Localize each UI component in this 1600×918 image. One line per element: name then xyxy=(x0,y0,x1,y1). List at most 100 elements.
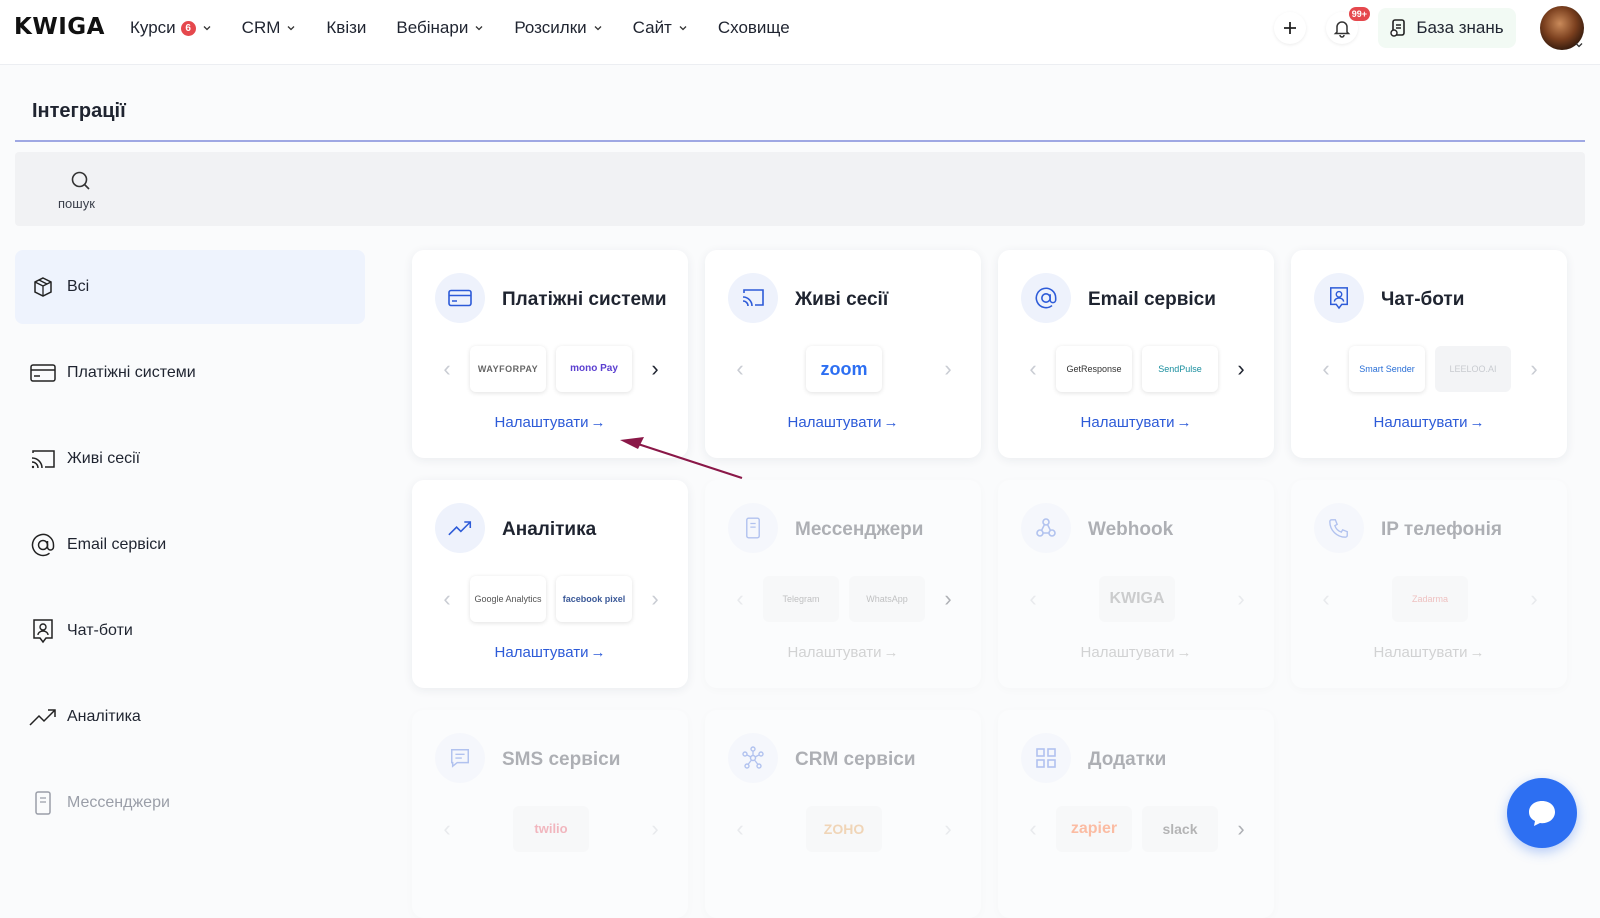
configure-label: Налаштувати xyxy=(1080,414,1175,431)
smart-sender-logo: Smart Sender xyxy=(1349,346,1425,392)
integration-card-ip-telephony[interactable]: IP телефонія ‹ Zadarma › Налаштувати → xyxy=(1291,480,1567,688)
carousel-prev-button[interactable]: ‹ xyxy=(731,814,749,844)
configure-link[interactable]: Налаштувати → xyxy=(998,414,1274,431)
configure-link[interactable]: Налаштувати → xyxy=(412,644,688,661)
carousel-next-button[interactable]: › xyxy=(1232,814,1250,844)
logo-text: mono Pay xyxy=(570,363,618,374)
integration-card-messengers[interactable]: Мессенджери ‹ Telegram WhatsApp › Налашт… xyxy=(705,480,981,688)
trending-up-icon xyxy=(435,503,485,553)
configure-link[interactable]: Налаштувати → xyxy=(1291,414,1567,431)
phone-device-icon xyxy=(728,503,778,553)
facebook-pixel-logo: facebook pixel xyxy=(556,576,632,622)
carousel-next-button[interactable]: › xyxy=(1232,354,1250,384)
logo-text: WhatsApp xyxy=(866,594,908,604)
carousel-prev-button[interactable]: ‹ xyxy=(1317,354,1335,384)
carousel-next-button[interactable]: › xyxy=(646,354,664,384)
configure-label: Налаштувати xyxy=(1080,644,1175,661)
search-label[interactable]: пошук xyxy=(58,196,95,211)
nav-label: CRM xyxy=(241,18,281,37)
knowledge-base-button[interactable]: База знань xyxy=(1378,8,1516,48)
configure-link[interactable]: Налаштувати → xyxy=(1291,644,1567,661)
carousel-next-button[interactable]: › xyxy=(1232,584,1250,614)
add-button[interactable] xyxy=(1274,12,1306,44)
logo-text: Google Analytics xyxy=(474,594,542,604)
nav-item-courses[interactable]: Курси 6 xyxy=(130,18,212,38)
card-title: Email сервіси xyxy=(1088,288,1216,310)
search-icon[interactable] xyxy=(70,170,92,192)
logo-carousel: ‹ Zadarma › xyxy=(1317,576,1543,622)
integration-card-email[interactable]: Email сервіси ‹ GetResponse SendPulse › … xyxy=(998,250,1274,458)
configure-link[interactable]: Налаштувати → xyxy=(705,644,981,661)
nav-item-webinars[interactable]: Вебінари xyxy=(396,18,484,38)
integration-card-payments[interactable]: Платіжні системи ‹ WAYFORPAY mono Pay › … xyxy=(412,250,688,458)
document-icon xyxy=(1390,19,1406,37)
carousel-next-button[interactable]: › xyxy=(1525,354,1543,384)
carousel-next-button[interactable]: › xyxy=(939,584,957,614)
chat-bot-icon xyxy=(1314,273,1364,323)
logo-carousel: ‹ Smart Sender LEELOO.AI › xyxy=(1317,346,1543,392)
configure-link[interactable]: Налаштувати → xyxy=(998,644,1274,661)
configure-link[interactable]: Налаштувати → xyxy=(412,414,688,431)
carousel-prev-button[interactable]: ‹ xyxy=(438,814,456,844)
sidebar-item-chatbots[interactable]: Чат-боти xyxy=(15,594,365,668)
chevron-down-icon[interactable] xyxy=(1574,40,1584,50)
arrow-right-icon: → xyxy=(590,414,606,431)
webhook-icon xyxy=(1021,503,1071,553)
card-title: Чат-боти xyxy=(1381,288,1465,310)
sidebar-item-analytics[interactable]: Аналітика xyxy=(15,680,365,754)
configure-link[interactable]: Налаштувати → xyxy=(705,414,981,431)
nav-item-quizzes[interactable]: Квізи xyxy=(326,18,366,38)
card-title: Платіжні системи xyxy=(502,288,667,310)
carousel-next-button[interactable]: › xyxy=(939,814,957,844)
carousel-next-button[interactable]: › xyxy=(646,584,664,614)
sidebar-item-all[interactable]: Всі xyxy=(15,250,365,324)
carousel-prev-button[interactable]: ‹ xyxy=(1317,584,1335,614)
sidebar-item-payments[interactable]: Платіжні системи xyxy=(15,336,365,410)
nav-item-storage[interactable]: Сховище xyxy=(718,18,790,38)
chevron-down-icon xyxy=(475,26,483,31)
carousel-next-button[interactable]: › xyxy=(646,814,664,844)
arrow-right-icon: → xyxy=(1176,644,1192,661)
logo-carousel: ‹ GetResponse SendPulse › xyxy=(1024,346,1250,392)
network-icon xyxy=(728,733,778,783)
carousel-prev-button[interactable]: ‹ xyxy=(731,584,749,614)
sidebar-item-email[interactable]: Email сервіси xyxy=(15,508,365,582)
logo-carousel: ‹ KWIGA › xyxy=(1024,576,1250,622)
sidebar-item-live-sessions[interactable]: Живі сесії xyxy=(15,422,365,496)
nav-item-crm[interactable]: CRM xyxy=(242,18,297,38)
integration-card-analytics[interactable]: Аналітика ‹ Google Analytics facebook pi… xyxy=(412,480,688,688)
chevron-down-icon xyxy=(594,26,602,31)
plus-icon xyxy=(1284,22,1296,34)
whatsapp-logo: WhatsApp xyxy=(849,576,925,622)
carousel-prev-button[interactable]: ‹ xyxy=(438,584,456,614)
integration-card-crm[interactable]: CRM сервіси ‹ ZOHO › xyxy=(705,710,981,918)
support-chat-button[interactable] xyxy=(1507,778,1577,848)
arrow-right-icon: → xyxy=(1469,644,1485,661)
credit-card-icon xyxy=(29,359,57,387)
telegram-logo: Telegram xyxy=(763,576,839,622)
integration-card-addons[interactable]: Додатки ‹ zapier slack › xyxy=(998,710,1274,918)
integration-card-chatbots[interactable]: Чат-боти ‹ Smart Sender LEELOO.AI › Нала… xyxy=(1291,250,1567,458)
search-bar[interactable] xyxy=(15,152,1585,226)
notifications-button[interactable]: 99+ xyxy=(1326,7,1370,44)
carousel-next-button[interactable]: › xyxy=(939,354,957,384)
carousel-prev-button[interactable]: ‹ xyxy=(1024,584,1042,614)
configure-label: Налаштувати xyxy=(1373,414,1468,431)
carousel-next-button[interactable]: › xyxy=(1525,584,1543,614)
carousel-prev-button[interactable]: ‹ xyxy=(1024,814,1042,844)
integration-card-sms[interactable]: SMS сервіси ‹ twilio › xyxy=(412,710,688,918)
carousel-prev-button[interactable]: ‹ xyxy=(438,354,456,384)
integration-card-webhook[interactable]: Webhook ‹ KWIGA › Налаштувати → xyxy=(998,480,1274,688)
carousel-prev-button[interactable]: ‹ xyxy=(1024,354,1042,384)
kwiga-logo[interactable]: KWIGA xyxy=(14,14,105,40)
sidebar-item-label: Мессенджери xyxy=(67,794,170,811)
notifications-badge: 99+ xyxy=(1348,7,1370,21)
integration-card-live-sessions[interactable]: Живі сесії ‹ zoom › Налаштувати → xyxy=(705,250,981,458)
sidebar-item-label: Живі сесії xyxy=(67,450,141,467)
nav-item-site[interactable]: Сайт xyxy=(633,18,688,38)
sidebar-item-messengers[interactable]: Мессенджери xyxy=(15,766,365,840)
nav-item-mailings[interactable]: Розсилки xyxy=(514,18,602,38)
sidebar-item-label: Чат-боти xyxy=(67,622,133,639)
carousel-prev-button[interactable]: ‹ xyxy=(731,354,749,384)
zapier-logo: zapier xyxy=(1056,806,1132,852)
